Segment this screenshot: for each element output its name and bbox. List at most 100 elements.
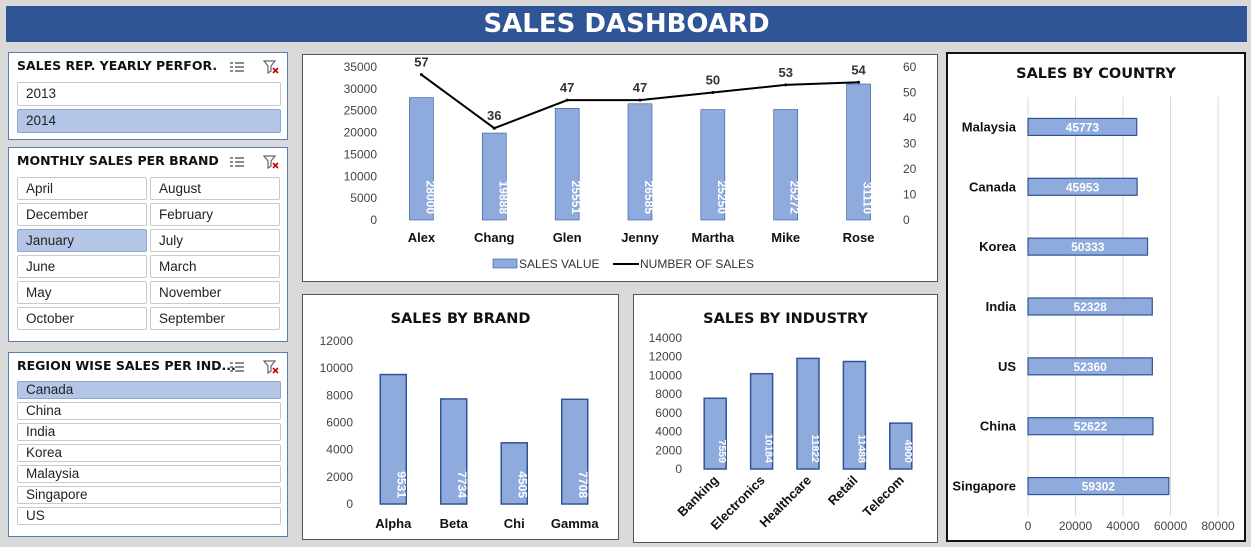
- slicer-item-march[interactable]: March: [150, 255, 280, 278]
- bar-data-label: 31110: [861, 182, 875, 214]
- multi-select-icon[interactable]: [229, 155, 245, 169]
- bar-data-label: 4900: [902, 440, 914, 464]
- clear-filter-icon[interactable]: [262, 360, 279, 374]
- category-label: India: [986, 299, 1017, 314]
- slicer-item-august[interactable]: August: [150, 177, 280, 200]
- slicer-item-december[interactable]: December: [17, 203, 147, 226]
- category-label: Korea: [979, 239, 1017, 254]
- y2-tick-label: 0: [903, 213, 910, 227]
- category-label: Singapore: [952, 479, 1016, 494]
- y-tick-label: 25000: [344, 104, 378, 118]
- y2-tick-label: 20: [903, 162, 917, 176]
- bar-data-label: 52622: [1074, 420, 1108, 434]
- category-label: Banking: [674, 472, 721, 519]
- legend-swatch-bar: [492, 258, 518, 269]
- y-tick-label: 4000: [326, 443, 353, 457]
- category-label: US: [998, 359, 1016, 374]
- y-tick-label: 0: [675, 462, 682, 476]
- category-label: Chang: [474, 230, 515, 245]
- slicer-title: REGION WISE SALES PER IND...: [17, 358, 236, 373]
- line-data-label: 53: [778, 65, 792, 80]
- chart-title: SALES BY BRAND: [391, 311, 531, 327]
- legend-label: SALES VALUE: [519, 257, 599, 271]
- slicer-title: SALES REP. YEARLY PERFOR.: [17, 58, 218, 73]
- category-label: Rose: [843, 230, 875, 245]
- slicer-item-may[interactable]: May: [17, 281, 147, 304]
- category-label: Chi: [504, 516, 525, 531]
- slicer-item-2014[interactable]: 2014: [17, 109, 281, 133]
- bar-data-label: 52360: [1073, 360, 1107, 374]
- category-label: Mike: [771, 230, 800, 245]
- clear-filter-icon[interactable]: [262, 60, 279, 74]
- y-tick-label: 2000: [655, 443, 682, 457]
- bar-data-label: 59302: [1082, 480, 1116, 494]
- bar-data-label: 25272: [788, 181, 802, 215]
- line-point: [857, 80, 861, 84]
- bar-data-label: 7559: [716, 440, 728, 464]
- y-tick-label: 4000: [655, 425, 682, 439]
- bar-data-label: 50333: [1071, 240, 1105, 254]
- slicer-item-us[interactable]: US: [17, 507, 281, 525]
- bar-data-label: 11822: [809, 434, 821, 463]
- line-point: [565, 98, 569, 102]
- y2-tick-label: 30: [903, 137, 917, 151]
- x-tick-label: 40000: [1106, 519, 1140, 533]
- slicer-item-2013[interactable]: 2013: [17, 82, 281, 106]
- y-tick-label: 10000: [344, 169, 378, 183]
- y-tick-label: 14000: [649, 331, 683, 345]
- y-tick-label: 30000: [344, 82, 378, 96]
- y-tick-label: 0: [346, 497, 353, 511]
- y-tick-label: 6000: [655, 406, 682, 420]
- bar-data-label: 45953: [1066, 180, 1100, 194]
- slicer-item-india[interactable]: India: [17, 423, 281, 441]
- clear-filter-icon[interactable]: [262, 155, 279, 169]
- bar-data-label: 7734: [455, 471, 469, 498]
- slicer-item-july[interactable]: July: [150, 229, 280, 252]
- slicer-item-june[interactable]: June: [17, 255, 147, 278]
- chart-title: SALES BY INDUSTRY: [703, 311, 868, 327]
- sales-by-country-panel: SALES BY COUNTRY 0 20000 40000 60000 80000 457…: [946, 52, 1246, 542]
- slicer-item-singapore[interactable]: Singapore: [17, 486, 281, 504]
- bar-data-label: 52328: [1073, 300, 1107, 314]
- line-point: [492, 126, 496, 130]
- category-label: Canada: [969, 179, 1017, 194]
- slicer-item-october[interactable]: October: [17, 307, 147, 330]
- line-data-label: 36: [487, 108, 501, 123]
- bar-data-label: 11488: [855, 434, 867, 463]
- bar-data-label: 25250: [715, 181, 729, 215]
- y-tick-label: 12000: [320, 334, 354, 348]
- line-data-label: 57: [414, 55, 428, 70]
- dashboard-title: SALES DASHBOARD: [6, 6, 1247, 42]
- slicer-item-canada[interactable]: Canada: [17, 381, 281, 399]
- slicer-item-china[interactable]: China: [17, 402, 281, 420]
- sales-by-industry-panel: SALES BY INDUSTRY 14000 12000 10000 8000 6000…: [633, 294, 938, 543]
- slicer-item-april[interactable]: April: [17, 177, 147, 200]
- category-label: Martha: [692, 230, 735, 245]
- multi-select-icon[interactable]: [229, 60, 245, 74]
- bar-data-label: 26585: [642, 181, 656, 215]
- bar-data-label: 10184: [763, 434, 775, 463]
- line-data-label: 50: [706, 73, 720, 88]
- y-tick-label: 8000: [655, 387, 682, 401]
- category-label: Alex: [408, 230, 436, 245]
- bar-data-label: 9531: [394, 471, 408, 498]
- y-tick-label: 6000: [326, 416, 353, 430]
- slicer-item-korea[interactable]: Korea: [17, 444, 281, 462]
- bar-data-label: 28000: [423, 181, 437, 215]
- category-label: Jenny: [621, 230, 659, 245]
- slicer-item-february[interactable]: February: [150, 203, 280, 226]
- slicer-sales-rep-year: SALES REP. YEARLY PERFOR. 2013 2014: [8, 52, 288, 140]
- chart-title: SALES BY COUNTRY: [1016, 66, 1176, 82]
- category-label: Beta: [440, 516, 469, 531]
- bar-data-label: 45773: [1066, 120, 1100, 134]
- multi-select-icon[interactable]: [229, 360, 245, 374]
- line-data-label: 54: [851, 62, 866, 77]
- slicer-item-november[interactable]: November: [150, 281, 280, 304]
- slicer-item-malaysia[interactable]: Malaysia: [17, 465, 281, 483]
- slicer-item-september[interactable]: September: [150, 307, 280, 330]
- slicer-item-january[interactable]: January: [17, 229, 147, 252]
- y-tick-label: 5000: [350, 191, 377, 205]
- sales-rep-chart-panel: 35000 30000 25000 20000 15000 10000 5000 0 60 50 4…: [302, 54, 938, 282]
- category-label: Gamma: [551, 516, 599, 531]
- category-label: Malaysia: [962, 119, 1017, 134]
